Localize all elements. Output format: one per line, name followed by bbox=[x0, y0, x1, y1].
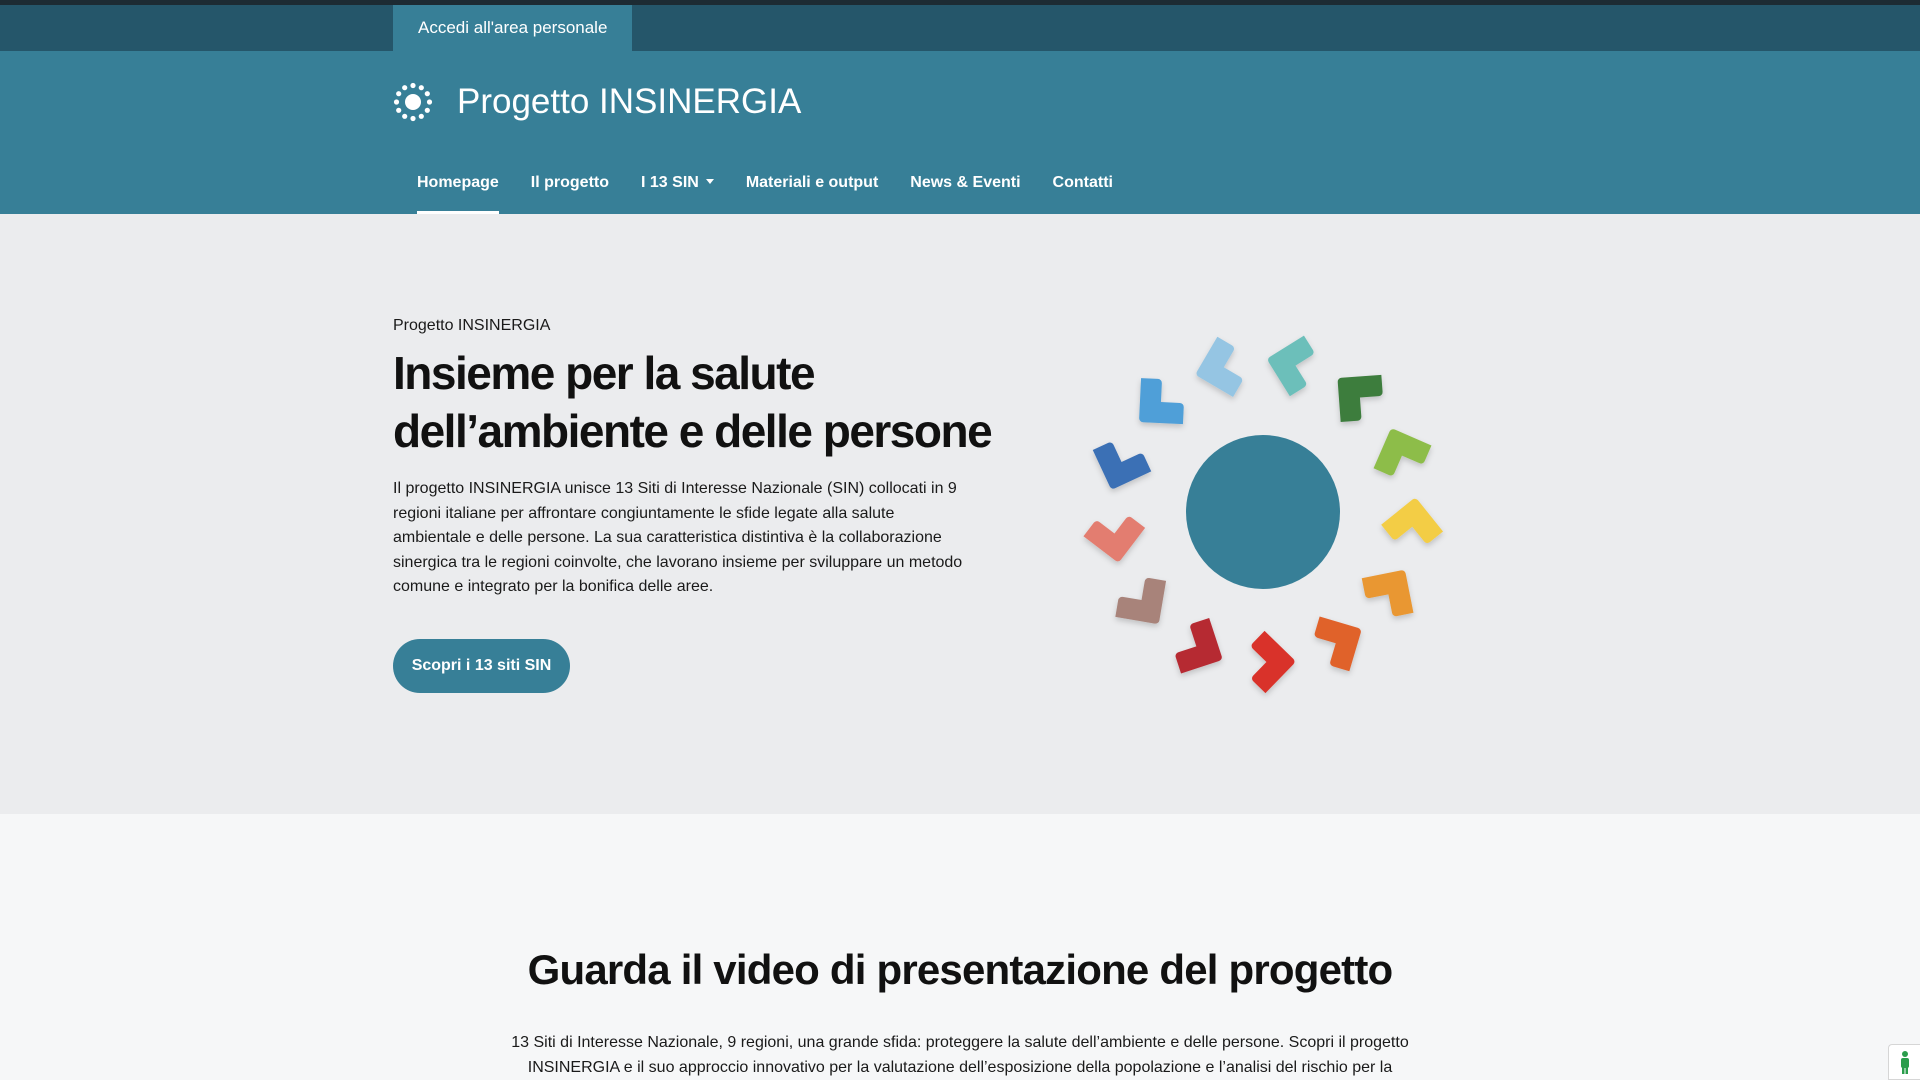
hero-section: Progetto INSINERGIA Insieme per la salut… bbox=[0, 214, 1920, 814]
main-header: Progetto INSINERGIA Homepage Il progetto… bbox=[0, 51, 1920, 214]
video-section-description: 13 Siti di Interesse Nazionale, 9 region… bbox=[511, 1034, 1409, 1076]
video-section: Guarda il video di presentazione del pro… bbox=[0, 814, 1920, 1080]
login-link[interactable]: Accedi all'area personale bbox=[393, 5, 633, 51]
hero-title-line-1: Insieme per la salute bbox=[393, 347, 816, 399]
hero-description: Il progetto INSINERGIA unisce 13 Siti di… bbox=[393, 480, 963, 595]
ring-heart-piece bbox=[1083, 516, 1146, 562]
ring-heart-piece bbox=[1196, 336, 1243, 398]
hero-kicker: Progetto INSINERGIA bbox=[393, 317, 551, 334]
brand[interactable]: Progetto INSINERGIA bbox=[393, 78, 801, 126]
insinergia-ring-graphic bbox=[1083, 335, 1444, 694]
nav-item-il-progetto[interactable]: Il progetto bbox=[515, 161, 625, 214]
ring-center-circle bbox=[1186, 435, 1340, 589]
ring-heart-piece bbox=[1314, 616, 1361, 672]
ring-heart-piece bbox=[1268, 335, 1314, 397]
caret-down-icon bbox=[705, 179, 714, 184]
main-nav: Homepage Il progetto I 13 SIN Materiali … bbox=[393, 161, 1129, 214]
ring-heart-piece bbox=[1139, 378, 1184, 425]
ring-heart-piece bbox=[1115, 578, 1167, 624]
ring-heart-piece bbox=[1092, 442, 1152, 489]
hero-title-line-2: dell’ambiente e delle persone bbox=[393, 405, 993, 457]
ring-heart-piece bbox=[1361, 570, 1414, 617]
nav-item-materiali[interactable]: Materiali e output bbox=[730, 161, 894, 214]
site-title: Progetto INSINERGIA bbox=[457, 82, 802, 121]
nav-item-contatti[interactable]: Contatti bbox=[1037, 161, 1129, 214]
video-section-title: Guarda il video di presentazione del pro… bbox=[527, 946, 1394, 993]
nav-item-label: Materiali e output bbox=[745, 174, 879, 191]
nav-item-label: Il progetto bbox=[530, 174, 610, 191]
insinergia-logo-icon bbox=[393, 82, 433, 122]
nav-item-label: Homepage bbox=[417, 174, 499, 191]
nav-item-label: I 13 SIN bbox=[641, 174, 699, 191]
nav-item-news-eventi[interactable]: News & Eventi bbox=[894, 161, 1036, 214]
hero-title: Insieme per la salute dell’ambiente e de… bbox=[393, 344, 1013, 460]
ring-heart-piece bbox=[1337, 374, 1383, 422]
slim-header: Accedi all'area personale bbox=[0, 5, 1920, 51]
accessibility-icon bbox=[1900, 1051, 1909, 1074]
nav-item-homepage[interactable]: Homepage bbox=[393, 161, 515, 214]
accessibility-button[interactable] bbox=[1888, 1044, 1920, 1080]
discover-sin-button[interactable]: Scopri i 13 siti SIN bbox=[393, 639, 570, 693]
ring-heart-piece bbox=[1373, 429, 1432, 476]
ring-heart-piece bbox=[1175, 617, 1222, 674]
ring-heart-piece bbox=[1251, 630, 1295, 694]
nav-item-i-13-sin[interactable]: I 13 SIN bbox=[625, 161, 730, 214]
nav-item-label: Contatti bbox=[1052, 174, 1113, 191]
ring-heart-piece bbox=[1381, 498, 1444, 543]
nav-item-label: News & Eventi bbox=[910, 174, 1021, 191]
